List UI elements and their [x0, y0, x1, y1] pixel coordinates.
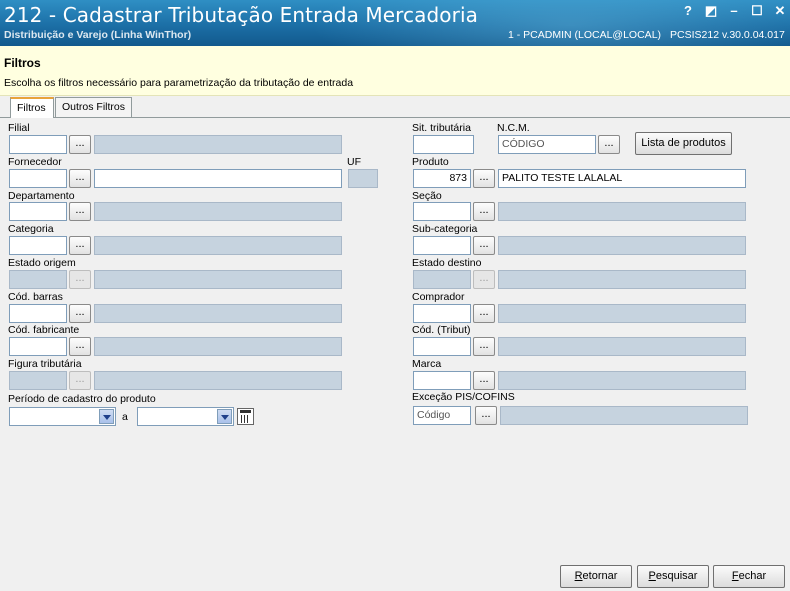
- excecao-pis-description: [500, 406, 748, 425]
- chevron-down-icon[interactable]: [217, 409, 232, 424]
- window-subtitle: Distribuição e Varejo (Linha WinThor): [4, 29, 192, 41]
- categoria-browse-button[interactable]: ...: [69, 236, 91, 255]
- filial-code-input[interactable]: [9, 135, 67, 154]
- estado-destino-label: Estado destino: [412, 257, 482, 269]
- filial-browse-button[interactable]: ...: [69, 135, 91, 154]
- categoria-description: [94, 236, 342, 255]
- sit-tributaria-label: Sit. tributária: [412, 122, 471, 134]
- restore-icon[interactable]: ◩: [703, 3, 719, 19]
- categoria-code-input[interactable]: [9, 236, 67, 255]
- figura-tributaria-label: Figura tributária: [8, 358, 82, 370]
- excecao-pis-label: Exceção PIS/COFINS: [412, 391, 515, 403]
- estado-destino-browse-button: ...: [473, 270, 495, 289]
- sit-tributaria-input[interactable]: [413, 135, 474, 154]
- marca-code-input[interactable]: [413, 371, 471, 390]
- cod-fabricante-description: [94, 337, 342, 356]
- periodo-label: Período de cadastro do produto: [8, 393, 156, 405]
- estado-origem-browse-button: ...: [69, 270, 91, 289]
- version-info: PCSIS212 v.30.0.04.017: [670, 29, 785, 41]
- periodo-separator: a: [122, 411, 128, 423]
- cod-tribut-label: Cód. (Tribut): [412, 324, 471, 336]
- estado-destino-code-input: [413, 270, 471, 289]
- window-title: 212 - Cadastrar Tributação Entrada Merca…: [4, 3, 478, 27]
- excecao-pis-code-input[interactable]: Código: [413, 406, 471, 425]
- chevron-down-icon[interactable]: [99, 409, 114, 424]
- produto-browse-button[interactable]: ...: [473, 169, 495, 188]
- cod-fabricante-browse-button[interactable]: ...: [69, 337, 91, 356]
- comprador-browse-button[interactable]: ...: [473, 304, 495, 323]
- periodo-end-date-picker[interactable]: [137, 407, 234, 426]
- cod-barras-label: Cód. barras: [8, 291, 63, 303]
- sub-categoria-code-input[interactable]: [413, 236, 471, 255]
- sub-categoria-label: Sub-categoria: [412, 223, 478, 235]
- secao-label: Seção: [412, 190, 442, 202]
- cod-barras-browse-button[interactable]: ...: [69, 304, 91, 323]
- tab-filtros[interactable]: Filtros: [10, 97, 54, 118]
- sub-categoria-description: [498, 236, 746, 255]
- secao-code-input[interactable]: [413, 202, 471, 221]
- departamento-label: Departamento: [8, 190, 75, 202]
- estado-origem-description: [94, 270, 342, 289]
- produto-label: Produto: [412, 156, 449, 168]
- categoria-label: Categoria: [8, 223, 54, 235]
- maximize-icon[interactable]: ☐: [749, 3, 765, 19]
- marca-description: [498, 371, 746, 390]
- minimize-icon[interactable]: –: [726, 3, 742, 19]
- filter-header: Filtros Escolha os filtros necessário pa…: [0, 46, 790, 96]
- ncm-label: N.C.M.: [497, 122, 530, 134]
- cod-tribut-description: [498, 337, 746, 356]
- pesquisar-button[interactable]: Pesquisar: [637, 565, 709, 588]
- uf-label: UF: [347, 156, 361, 168]
- lista-produtos-button[interactable]: Lista de produtos: [635, 132, 732, 155]
- produto-description[interactable]: PALITO TESTE LALALAL: [498, 169, 746, 188]
- cod-tribut-browse-button[interactable]: ...: [473, 337, 495, 356]
- session-info: 1 - PCADMIN (LOCAL@LOCAL): [508, 29, 662, 41]
- cod-fabricante-code-input[interactable]: [9, 337, 67, 356]
- departamento-description: [94, 202, 342, 221]
- close-icon[interactable]: ✕: [772, 3, 788, 19]
- fornecedor-browse-button[interactable]: ...: [69, 169, 91, 188]
- marca-browse-button[interactable]: ...: [473, 371, 495, 390]
- estado-origem-label: Estado origem: [8, 257, 76, 269]
- fechar-button[interactable]: Fechar: [713, 565, 785, 588]
- header-description: Escolha os filtros necessário para param…: [4, 77, 354, 89]
- sub-categoria-browse-button[interactable]: ...: [473, 236, 495, 255]
- departamento-code-input[interactable]: [9, 202, 67, 221]
- filial-label: Filial: [8, 122, 30, 134]
- estado-origem-code-input: [9, 270, 67, 289]
- estado-destino-description: [498, 270, 746, 289]
- secao-description: [498, 202, 746, 221]
- retornar-button[interactable]: Retornar: [560, 565, 632, 588]
- title-bar: 212 - Cadastrar Tributação Entrada Merca…: [0, 0, 790, 46]
- uf-field: [348, 169, 378, 188]
- filial-description: [94, 135, 342, 154]
- tab-outros-filtros[interactable]: Outros Filtros: [55, 97, 132, 117]
- comprador-description: [498, 304, 746, 323]
- figura-tributaria-description: [94, 371, 342, 390]
- produto-code-input[interactable]: 873: [413, 169, 471, 188]
- cod-barras-description: [94, 304, 342, 323]
- departamento-browse-button[interactable]: ...: [69, 202, 91, 221]
- figura-tributaria-browse-button: ...: [69, 371, 91, 390]
- ncm-browse-button[interactable]: ...: [598, 135, 620, 154]
- fornecedor-description[interactable]: [94, 169, 342, 188]
- fornecedor-code-input[interactable]: [9, 169, 67, 188]
- cod-barras-code-input[interactable]: [9, 304, 67, 323]
- excecao-pis-browse-button[interactable]: ...: [475, 406, 497, 425]
- tab-divider: [0, 117, 790, 118]
- secao-browse-button[interactable]: ...: [473, 202, 495, 221]
- calendar-icon[interactable]: [237, 408, 254, 425]
- ncm-input[interactable]: CÓDIGO: [498, 135, 596, 154]
- marca-label: Marca: [412, 358, 442, 370]
- comprador-label: Comprador: [412, 291, 465, 303]
- periodo-start-date-picker[interactable]: [9, 407, 116, 426]
- header-title: Filtros: [4, 56, 41, 70]
- cod-fabricante-label: Cód. fabricante: [8, 324, 80, 336]
- comprador-code-input[interactable]: [413, 304, 471, 323]
- cod-tribut-code-input[interactable]: [413, 337, 471, 356]
- help-icon[interactable]: ?: [680, 3, 696, 19]
- figura-tributaria-code-input: [9, 371, 67, 390]
- fornecedor-label: Fornecedor: [8, 156, 62, 168]
